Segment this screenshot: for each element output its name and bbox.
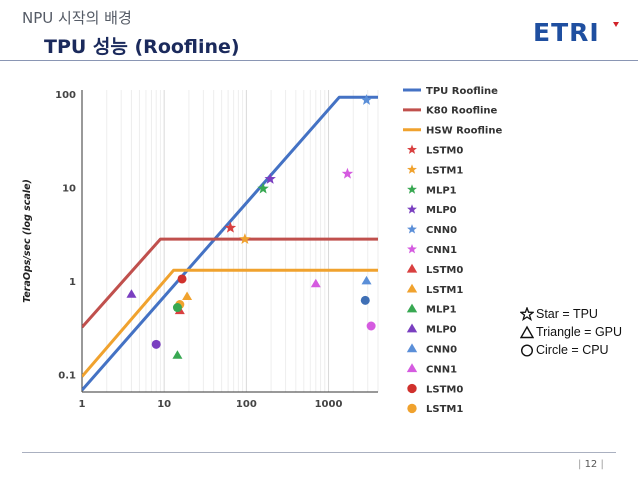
point-star-mlp1 bbox=[257, 182, 269, 194]
legend-marker-star bbox=[407, 144, 417, 154]
legend-marker-star bbox=[407, 184, 417, 194]
shape-key-row-cpu: Circle = CPU bbox=[520, 341, 630, 359]
point-triangle-mlp1 bbox=[172, 350, 183, 359]
legend-marker-triangle bbox=[406, 263, 418, 273]
x-tick-label: 10 bbox=[157, 399, 171, 410]
slide-header: NPU 시작의 배경 TPU 성능 (Roofline) ETRI bbox=[0, 0, 638, 62]
legend-marker-triangle bbox=[406, 343, 418, 353]
legend-marker-star bbox=[407, 224, 417, 234]
y-axis-label: TeraOps/sec (log scale) bbox=[22, 179, 33, 303]
legend-label: CNN1 bbox=[426, 245, 457, 256]
legend-label: CNN1 bbox=[426, 364, 457, 375]
slide-title: TPU 성능 (Roofline) bbox=[44, 36, 240, 58]
point-star-lstm1 bbox=[239, 233, 251, 244]
legend-label: LSTM1 bbox=[426, 165, 463, 176]
section-supertitle: NPU 시작의 배경 bbox=[22, 9, 132, 27]
y-tick-label: 100 bbox=[55, 90, 76, 101]
shape-key-label-cpu: Circle = CPU bbox=[536, 343, 609, 357]
y-tick-label: 0.1 bbox=[58, 370, 76, 381]
roofline-tpu-roofline bbox=[82, 95, 378, 392]
point-circle-lstm0 bbox=[177, 274, 187, 284]
legend-label: MLP1 bbox=[426, 305, 457, 316]
point-triangle-lstm1 bbox=[182, 291, 193, 301]
legend-marker-triangle bbox=[406, 363, 418, 373]
point-triangle-mlp0 bbox=[126, 289, 137, 298]
legend-marker-circle bbox=[407, 383, 417, 394]
logo-accent-mark bbox=[613, 22, 619, 27]
legend-label: LSTM1 bbox=[426, 404, 463, 415]
legend-marker-triangle bbox=[406, 283, 418, 293]
point-star-lstm0 bbox=[224, 221, 237, 233]
shape-key-row-gpu: Triangle = GPU bbox=[520, 323, 630, 341]
shape-key: Star = TPU Triangle = GPU Circle = CPU bbox=[520, 305, 630, 359]
x-tick-label: 100 bbox=[236, 399, 257, 410]
point-circle-cnn0 bbox=[360, 295, 370, 305]
roofline-hsw-roofline bbox=[82, 268, 378, 378]
shape-key-row-tpu: Star = TPU bbox=[520, 305, 630, 323]
roofline-lines bbox=[82, 95, 378, 392]
chart-legend: TPU Roofline K80 Roofline HSW Roofline LSTM… bbox=[403, 86, 502, 415]
legend-label: MLP0 bbox=[426, 325, 457, 336]
x-tick-label: 1000 bbox=[315, 399, 343, 410]
logo-text: ETRI bbox=[533, 20, 600, 44]
shape-key-label-tpu: Star = TPU bbox=[536, 307, 598, 321]
point-star-cnn0 bbox=[360, 94, 373, 105]
roofline-k80-roofline bbox=[82, 237, 378, 329]
y-tick-label: 1 bbox=[69, 277, 76, 288]
page-number: | 12 | bbox=[578, 459, 604, 470]
legend-label: LSTM1 bbox=[426, 285, 463, 296]
legend-label: MLP0 bbox=[426, 205, 457, 216]
x-tick-label: 1 bbox=[79, 399, 86, 410]
legend-label: LSTM0 bbox=[426, 384, 463, 395]
footer-divider bbox=[22, 452, 616, 453]
legend-label: MLP1 bbox=[426, 185, 457, 196]
legend-label: TPU Roofline bbox=[426, 86, 498, 97]
chart-gridlines bbox=[81, 90, 379, 392]
star-outline-icon bbox=[520, 307, 534, 321]
point-circle-mlp0 bbox=[151, 339, 161, 349]
triangle-outline-icon bbox=[520, 325, 534, 339]
point-circle-cnn1 bbox=[366, 321, 376, 331]
shape-key-label-gpu: Triangle = GPU bbox=[536, 325, 623, 339]
legend-marker-triangle bbox=[406, 303, 418, 313]
legend-marker-star bbox=[407, 244, 417, 254]
point-circle-mlp1 bbox=[172, 303, 182, 313]
roofline-chart: 1 10 100 1000 0.1 1 10 100 TeraOps/sec (log scal… bbox=[22, 86, 502, 415]
legend-label: CNN0 bbox=[426, 345, 457, 356]
y-tick-label: 10 bbox=[62, 183, 76, 194]
legend-label: CNN0 bbox=[426, 225, 457, 236]
legend-label: K80 Roofline bbox=[426, 106, 498, 117]
legend-label: LSTM0 bbox=[426, 146, 463, 157]
page-number-value: 12 bbox=[584, 459, 598, 470]
legend-marker-circle bbox=[407, 403, 417, 414]
point-triangle-cnn1 bbox=[310, 278, 321, 288]
legend-label: HSW Roofline bbox=[426, 126, 502, 137]
etri-logo: ETRI bbox=[533, 20, 619, 44]
legend-marker-star bbox=[407, 204, 417, 214]
point-star-cnn1 bbox=[341, 167, 354, 179]
legend-marker-star bbox=[407, 164, 417, 174]
circle-outline-icon bbox=[520, 344, 534, 357]
legend-marker-triangle bbox=[406, 323, 418, 333]
legend-label: LSTM0 bbox=[426, 265, 463, 276]
point-triangle-cnn0 bbox=[361, 275, 372, 285]
header-divider bbox=[0, 60, 638, 61]
